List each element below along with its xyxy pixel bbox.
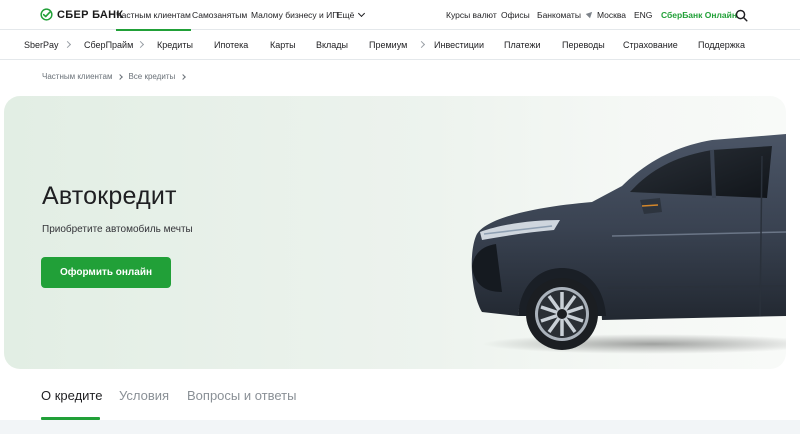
- tab-about-credit[interactable]: О кредите: [41, 388, 102, 403]
- nav-sberpay[interactable]: SberPay: [24, 40, 59, 50]
- nav-payments[interactable]: Платежи: [504, 40, 541, 50]
- nav-mortgage[interactable]: Ипотека: [214, 40, 248, 50]
- atms-link[interactable]: Банкоматы: [537, 10, 581, 20]
- nav-cards[interactable]: Карты: [270, 40, 296, 50]
- exchange-rates-link[interactable]: Курсы валют: [446, 10, 497, 20]
- segment-self-employed[interactable]: Самозанятым: [192, 10, 247, 20]
- chevron-right-icon: [117, 73, 124, 80]
- breadcrumb: Частным клиентам Все кредиты: [42, 72, 187, 81]
- nav-support[interactable]: Поддержка: [698, 40, 745, 50]
- nav-transfers[interactable]: Переводы: [562, 40, 605, 50]
- chevron-down-icon: [136, 40, 145, 49]
- page-title: Автокредит: [42, 182, 177, 210]
- nav-credits[interactable]: Кредиты: [157, 40, 193, 50]
- chevron-right-icon: [180, 73, 187, 80]
- top-bar: СБЕР БАНК Частным клиентам Самозанятым М…: [0, 0, 800, 31]
- chevron-down-icon: [63, 40, 72, 49]
- chevron-down-icon: [358, 9, 366, 18]
- city-label: Москва: [597, 10, 627, 20]
- car-image: [471, 134, 786, 354]
- nav-premium[interactable]: Премиум: [369, 40, 407, 50]
- tab-faq[interactable]: Вопросы и ответы: [187, 388, 296, 403]
- sber-logo-icon: [40, 8, 53, 21]
- tab-conditions[interactable]: Условия: [119, 388, 169, 403]
- nav-sberprime[interactable]: СберПрайм: [84, 40, 133, 50]
- segment-business[interactable]: Малому бизнесу и ИП: [251, 10, 338, 20]
- hero-banner: Автокредит Приобретите автомобиль мечты …: [4, 96, 786, 369]
- breadcrumb-all-credits[interactable]: Все кредиты: [128, 72, 175, 81]
- nav-investments[interactable]: Инвестиции: [434, 40, 484, 50]
- sberbank-online-link[interactable]: СберБанк Онлайн: [661, 10, 737, 20]
- apply-online-button[interactable]: Оформить онлайн: [41, 257, 171, 288]
- city-selector[interactable]: Москва: [585, 9, 627, 20]
- segment-more[interactable]: Ещё: [337, 9, 366, 20]
- chevron-down-icon: [417, 40, 426, 49]
- breadcrumb-private[interactable]: Частным клиентам: [42, 72, 112, 81]
- section-tabs: О кредите Условия Вопросы и ответы: [0, 370, 800, 420]
- location-icon: [585, 9, 595, 19]
- segment-more-label: Ещё: [337, 10, 355, 20]
- logo-text: СБЕР БАНК: [57, 8, 124, 21]
- language-switch[interactable]: ENG: [634, 10, 652, 20]
- search-icon[interactable]: [735, 9, 748, 22]
- nav-insurance[interactable]: Страхование: [623, 40, 678, 50]
- offices-link[interactable]: Офисы: [501, 10, 530, 20]
- main-nav: SberPay СберПрайм Кредиты Ипотека Карты …: [0, 30, 800, 60]
- hero-subtitle: Приобретите автомобиль мечты: [42, 224, 193, 235]
- sber-logo[interactable]: СБЕР БАНК: [40, 8, 123, 21]
- content-area-top: [0, 420, 800, 434]
- nav-deposits[interactable]: Вклады: [316, 40, 348, 50]
- segment-private[interactable]: Частным клиентам: [116, 10, 191, 31]
